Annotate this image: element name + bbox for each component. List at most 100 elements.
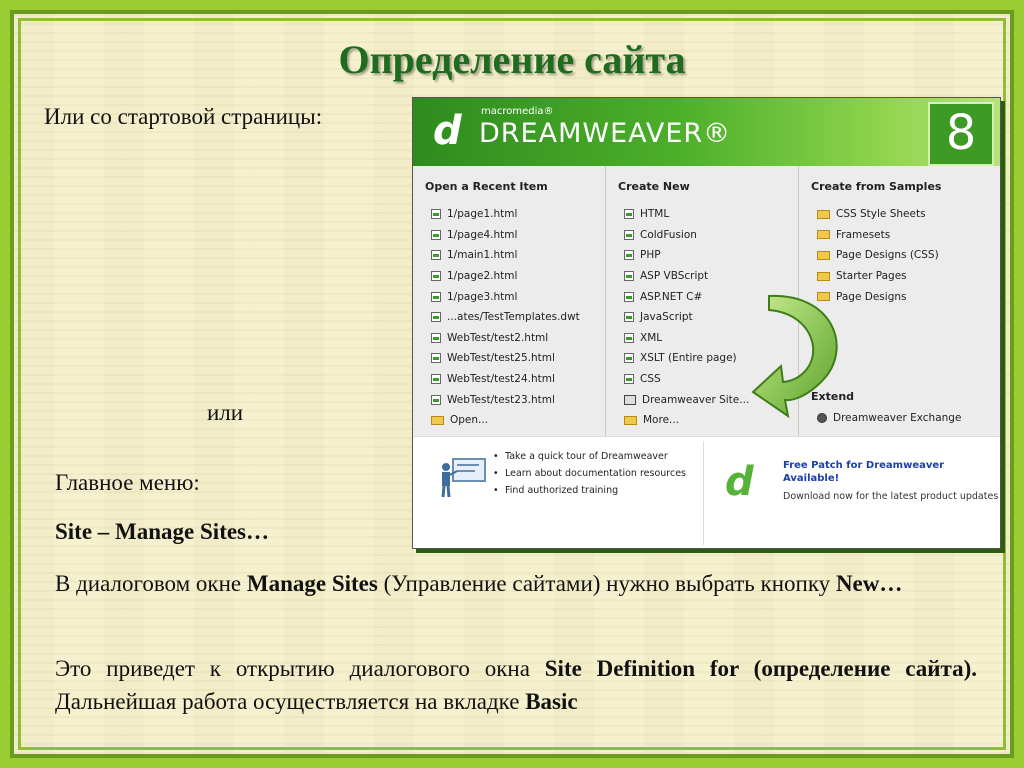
folder-icon (817, 250, 830, 260)
exchange-label: Dreamweaver Exchange (833, 412, 962, 425)
create-new-column: Create New HTML ColdFusion PHP ASP VBScr… (606, 166, 799, 475)
create-new-label: XML (640, 331, 663, 344)
slide-title: Определение сайта (338, 37, 686, 82)
version-badge: 8 (928, 102, 994, 166)
menu-path-text: Site – Manage Sites… (55, 519, 270, 544)
open-recent-heading: Open a Recent Item (425, 180, 548, 193)
recent-item[interactable]: 1/page4.html (431, 225, 580, 246)
document-icon (624, 271, 634, 282)
dreamweaver-site-link[interactable]: Dreamweaver Site... (624, 389, 749, 410)
recent-item-label: 1/page4.html (447, 228, 518, 241)
folder-icon (817, 230, 830, 240)
sample-item[interactable]: Page Designs (CSS) (817, 245, 939, 266)
document-icon (624, 332, 634, 343)
create-new-item[interactable]: JavaScript (624, 307, 749, 328)
document-icon (431, 374, 441, 385)
main-menu-text: Главное меню: (55, 470, 200, 495)
quick-tour-link[interactable]: Take a quick tour of Dreamweaver (493, 451, 698, 463)
extend-heading: Extend (811, 390, 855, 403)
recent-items-list: 1/page1.html 1/page4.html 1/main1.html 1… (431, 204, 580, 431)
paragraph-manage-sites: В диалоговом окне Manage Sites (Управлен… (55, 567, 977, 600)
sample-item[interactable]: Starter Pages (817, 266, 939, 287)
sample-item[interactable]: CSS Style Sheets (817, 204, 939, 225)
para1-text-1: В диалоговом окне (55, 571, 247, 596)
create-new-item[interactable]: ASP.NET C# (624, 286, 749, 307)
para1-bold-2: New… (835, 571, 903, 596)
folder-icon (624, 415, 637, 425)
document-icon (624, 374, 634, 385)
training-link[interactable]: Find authorized training (493, 485, 698, 497)
recent-item[interactable]: 1/page1.html (431, 204, 580, 225)
para2-text-2: Дальнейшая работа осуществляется на вкла… (55, 689, 526, 714)
recent-item-label: WebTest/test2.html (447, 331, 549, 344)
create-new-label: HTML (640, 208, 670, 221)
sample-item[interactable]: Page Designs (817, 286, 939, 307)
recent-item-label: 1/main1.html (447, 249, 518, 262)
para2-bold-2: Basic (525, 689, 578, 714)
document-icon (431, 271, 441, 282)
recent-item-label: WebTest/test24.html (447, 373, 555, 386)
dreamweaver-header: d macromedia® DREAMWEAVER® 8 (413, 98, 1000, 166)
document-icon (431, 229, 441, 240)
create-new-label: JavaScript (640, 311, 693, 324)
paragraph-site-definition: Это приведет к открытию диалогового окна… (55, 652, 977, 718)
para2-bold-1: Site Definition for (определение сайта). (544, 656, 977, 681)
recent-item[interactable]: 1/page2.html (431, 266, 580, 287)
folder-icon (817, 209, 830, 219)
samples-list: CSS Style Sheets Framesets Page Designs … (817, 204, 939, 307)
folder-icon (817, 292, 830, 302)
recent-item[interactable]: WebTest/test23.html (431, 389, 580, 410)
create-new-label: XSLT (Entire page) (640, 352, 737, 365)
documentation-link[interactable]: Learn about documentation resources (493, 468, 698, 480)
more-link[interactable]: More... (624, 410, 749, 431)
recent-item[interactable]: WebTest/test2.html (431, 328, 580, 349)
vendor-label: macromedia® (481, 106, 554, 117)
recent-item[interactable]: WebTest/test25.html (431, 348, 580, 369)
create-new-label: PHP (640, 249, 661, 262)
recent-item-label: ...ates/TestTemplates.dwt (447, 311, 580, 324)
sample-item[interactable]: Framesets (817, 225, 939, 246)
create-new-item[interactable]: ASP VBScript (624, 266, 749, 287)
create-new-item[interactable]: PHP (624, 245, 749, 266)
presentation-icon (441, 458, 486, 498)
sample-label: Framesets (836, 228, 891, 241)
footer-divider (703, 441, 704, 545)
patch-logo-icon: d (725, 459, 754, 505)
document-icon (431, 394, 441, 405)
sample-label: Starter Pages (836, 270, 907, 283)
para1-text-2: (Управление сайтами) нужно выбрать кнопк… (377, 571, 836, 596)
document-icon (431, 209, 441, 220)
open-recent-column: Open a Recent Item 1/page1.html 1/page4.… (413, 166, 606, 436)
recent-item[interactable]: 1/page3.html (431, 286, 580, 307)
dreamweaver-site-label: Dreamweaver Site... (642, 393, 750, 406)
recent-item[interactable]: WebTest/test24.html (431, 369, 580, 390)
open-link-label: Open... (450, 414, 489, 427)
recent-item-label: WebTest/test25.html (447, 352, 555, 365)
create-new-list: HTML ColdFusion PHP ASP VBScript ASP.NET… (624, 204, 749, 431)
document-icon (431, 332, 441, 343)
recent-item-label: 1/page3.html (447, 290, 518, 303)
sample-label: Page Designs (836, 290, 907, 303)
folder-icon (431, 415, 444, 425)
patch-title-link[interactable]: Free Patch for Dreamweaver Available! (783, 459, 983, 485)
open-link[interactable]: Open... (431, 410, 580, 431)
create-samples-column: Create from Samples CSS Style Sheets Fra… (799, 166, 1000, 436)
product-name: DREAMWEAVER® (479, 118, 732, 149)
recent-item-label: 1/page2.html (447, 270, 518, 283)
create-new-item[interactable]: HTML (624, 204, 749, 225)
sample-label: CSS Style Sheets (836, 208, 926, 221)
create-new-item[interactable]: XSLT (Entire page) (624, 348, 749, 369)
create-new-item[interactable]: CSS (624, 369, 749, 390)
create-new-item[interactable]: ColdFusion (624, 225, 749, 246)
dreamweaver-logo-icon: d (433, 108, 462, 154)
document-icon (624, 353, 634, 364)
recent-item[interactable]: ...ates/TestTemplates.dwt (431, 307, 580, 328)
or-text: или (207, 400, 244, 425)
exchange-link[interactable]: Dreamweaver Exchange (817, 408, 961, 429)
create-new-label: CSS (640, 373, 661, 386)
sample-label: Page Designs (CSS) (836, 249, 939, 262)
patch-subtitle: Download now for the latest product upda… (783, 491, 999, 502)
create-new-label: ASP.NET C# (640, 290, 703, 303)
recent-item[interactable]: 1/main1.html (431, 245, 580, 266)
create-new-item[interactable]: XML (624, 328, 749, 349)
